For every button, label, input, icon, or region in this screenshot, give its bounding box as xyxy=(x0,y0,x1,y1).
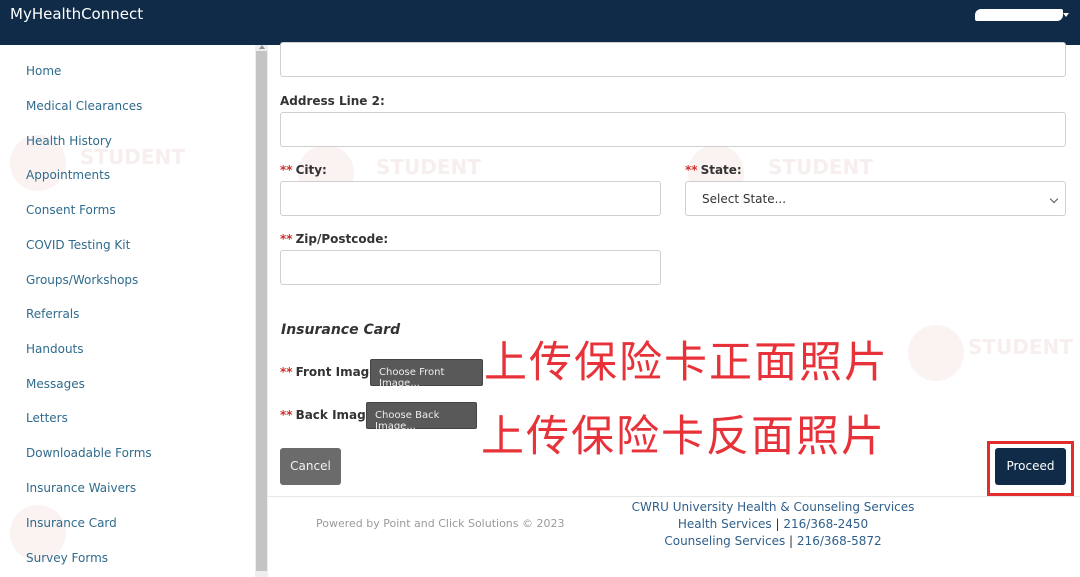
address-line-1-input[interactable] xyxy=(280,42,1066,77)
state-label: ** State: xyxy=(685,163,742,177)
state-select-value: Select State... xyxy=(702,192,787,206)
footer-health-services: Health Services | 216/368-2450 xyxy=(618,517,928,531)
city-label-text: City: xyxy=(295,163,327,177)
user-menu[interactable] xyxy=(975,7,1069,25)
sidebar-item-insurance-card[interactable]: Insurance Card xyxy=(26,516,117,530)
front-image-label: ** Front Image: xyxy=(280,365,382,379)
address-line-2-input[interactable] xyxy=(280,112,1066,147)
city-input[interactable] xyxy=(280,181,661,216)
sidebar-item-insurance-waivers[interactable]: Insurance Waivers xyxy=(26,481,136,495)
footer-separator: | xyxy=(775,517,780,531)
required-marker: ** xyxy=(280,163,293,177)
sidebar-item-letters[interactable]: Letters xyxy=(26,411,68,425)
watermark-text: STUDENT xyxy=(376,155,481,179)
annotation-front: 上传保险卡正面照片 xyxy=(484,338,889,388)
sidebar-item-messages[interactable]: Messages xyxy=(26,377,85,391)
state-select[interactable]: Select State... xyxy=(685,181,1066,216)
health-services-phone[interactable]: 216/368-2450 xyxy=(783,517,868,531)
proceed-button[interactable]: Proceed xyxy=(995,448,1066,485)
required-marker: ** xyxy=(280,365,293,379)
sidebar-item-downloadable-forms[interactable]: Downloadable Forms xyxy=(26,446,152,460)
sidebar: STUDENT Home Medical Clearances Health H… xyxy=(0,45,255,577)
top-nav-bar: MyHealthConnect xyxy=(0,0,1080,45)
redacted-user-name xyxy=(975,9,1063,21)
sidebar-item-consent-forms[interactable]: Consent Forms xyxy=(26,203,116,217)
main-content: STUDENT STUDENT STUDENT Address Line 2: … xyxy=(268,42,1080,577)
scroll-up-arrow-icon[interactable] xyxy=(259,45,265,49)
watermark-text: STUDENT xyxy=(80,145,185,169)
watermark-text: STUDENT xyxy=(968,335,1073,359)
sidebar-item-referrals[interactable]: Referrals xyxy=(26,307,79,321)
powered-by-text: Powered by Point and Click Solutions © 2… xyxy=(316,517,565,530)
app-title[interactable]: MyHealthConnect xyxy=(10,5,143,23)
watermark-logo xyxy=(908,325,964,381)
footer-org-name[interactable]: CWRU University Health & Counseling Serv… xyxy=(618,500,928,514)
sidebar-item-covid-testing-kit[interactable]: COVID Testing Kit xyxy=(26,238,130,252)
sidebar-item-survey-forms[interactable]: Survey Forms xyxy=(26,551,108,565)
city-label: ** City: xyxy=(280,163,327,177)
sidebar-item-groups-workshops[interactable]: Groups/Workshops xyxy=(26,273,138,287)
required-marker: ** xyxy=(280,408,293,422)
back-image-label: ** Back Image: xyxy=(280,408,379,422)
sidebar-item-handouts[interactable]: Handouts xyxy=(26,342,84,356)
annotation-back: 上传保险卡反面照片 xyxy=(481,412,886,462)
insurance-card-title: Insurance Card xyxy=(281,322,401,338)
footer-counseling-services: Counseling Services | 216/368-5872 xyxy=(618,534,928,548)
required-marker: ** xyxy=(280,232,293,246)
address-line-2-label: Address Line 2: xyxy=(280,94,385,108)
choose-front-image-button[interactable]: Choose Front Image... xyxy=(370,359,483,389)
counseling-services-label[interactable]: Counseling Services xyxy=(664,534,785,548)
chevron-down-icon xyxy=(1049,194,1059,204)
required-marker: ** xyxy=(685,163,698,177)
cancel-button[interactable]: Cancel xyxy=(280,448,341,485)
sidebar-item-appointments[interactable]: Appointments xyxy=(26,168,110,182)
state-label-text: State: xyxy=(700,163,742,177)
counseling-services-phone[interactable]: 216/368-5872 xyxy=(797,534,882,548)
sidebar-item-health-history[interactable]: Health History xyxy=(26,134,112,148)
scrollbar-thumb[interactable] xyxy=(256,51,267,571)
choose-back-image-button[interactable]: Choose Back Image... xyxy=(366,402,477,432)
footer-separator: | xyxy=(789,534,794,548)
caret-down-icon xyxy=(1063,13,1069,17)
sidebar-item-medical-clearances[interactable]: Medical Clearances xyxy=(26,99,142,113)
watermark-text: STUDENT xyxy=(768,155,873,179)
footer-divider xyxy=(268,496,1080,497)
zip-input[interactable] xyxy=(280,250,661,285)
health-services-label[interactable]: Health Services xyxy=(678,517,772,531)
sidebar-scrollbar[interactable] xyxy=(255,45,268,577)
zip-label: ** Zip/Postcode: xyxy=(280,232,388,246)
zip-label-text: Zip/Postcode: xyxy=(295,232,389,246)
sidebar-item-home[interactable]: Home xyxy=(26,64,61,78)
